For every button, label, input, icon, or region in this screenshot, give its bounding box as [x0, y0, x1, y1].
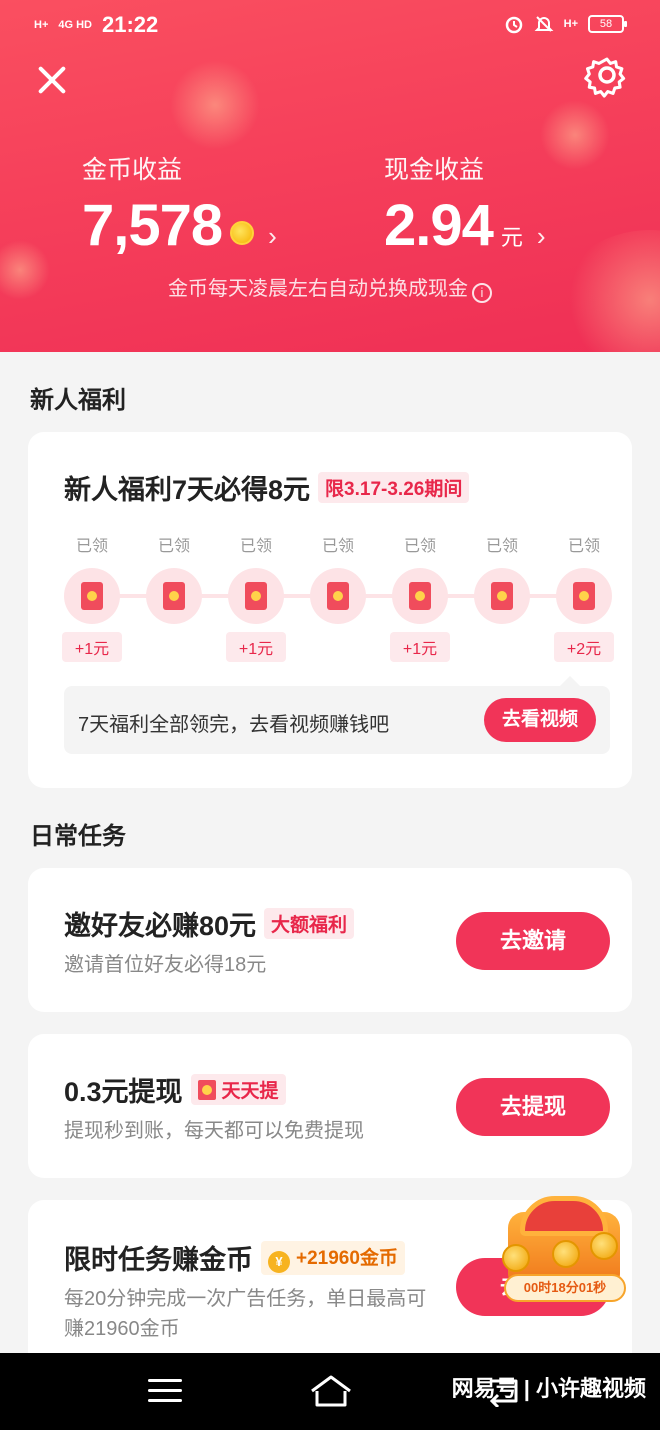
exchange-note: 金币每天凌晨左右自动兑换成现金 i: [0, 272, 660, 303]
coin-earnings[interactable]: 金币收益 7,578 ›: [82, 150, 277, 259]
red-envelope-icon: [392, 568, 448, 624]
treasure-chest-lid: [520, 1196, 608, 1236]
chevron-right-icon: ›: [268, 221, 277, 251]
task-tag-label: +21960金币: [296, 1247, 398, 1269]
day-reward: +1元: [62, 632, 122, 662]
status-bar: H+ 4G HD 21:22 H+ 58: [0, 0, 660, 52]
chest-countdown: 00时18分01秒: [504, 1274, 626, 1302]
newbie-title: 新人福利7天必得8元: [64, 475, 311, 505]
checkin-day: 已领 +1元: [62, 532, 122, 662]
watch-video-button[interactable]: 去看视频: [484, 698, 596, 742]
earnings-header: H+ 4G HD 21:22 H+ 58 金币收益 7,578 › 现金收益 2…: [0, 0, 660, 352]
task-card-invite: 邀好友必赚80元 大额福利 邀请首位好友必得18元 去邀请: [28, 868, 632, 1012]
watermark: 网易号 | 小许趣视频: [451, 1376, 646, 1401]
coin-icon: [552, 1240, 580, 1268]
day-status: 已领: [321, 538, 354, 555]
gear-icon[interactable]: [584, 52, 630, 98]
task-title: 0.3元提现: [64, 1077, 183, 1107]
close-button[interactable]: [30, 58, 74, 102]
coin-earnings-label: 金币收益: [82, 156, 183, 184]
decor-blob: [540, 100, 610, 170]
system-nav-bar: 网易号 | 小许趣视频: [0, 1353, 660, 1430]
coin-icon: ¥: [268, 1250, 290, 1273]
coin-earnings-value: 7,578: [82, 193, 223, 258]
battery-icon: 58: [588, 15, 627, 33]
newbie-card: 新人福利7天必得8元 限3.17-3.26期间 已领 +1元 已领 已领 +1元…: [28, 432, 632, 788]
checkin-days: 已领 +1元 已领 已领 +1元 已领 已领 +1元 已领 已领 +2元: [62, 532, 614, 682]
task-tag-label: 天天提: [221, 1081, 279, 1102]
day-status: 已领: [75, 538, 108, 555]
alarm-icon: [505, 16, 522, 34]
decor-blob: [170, 60, 260, 150]
exchange-note-text: 金币每天凌晨左右自动兑换成现金: [168, 278, 468, 300]
status-time: 21:22: [102, 12, 159, 37]
red-envelope-icon: [146, 568, 202, 624]
day-status: 已领: [567, 538, 600, 555]
task-tag: ¥ +21960金币: [261, 1240, 405, 1275]
day-status: 已领: [403, 538, 436, 555]
menu-icon[interactable]: [148, 1377, 182, 1405]
day-status: 已领: [157, 538, 190, 555]
cash-earnings-label: 现金收益: [384, 156, 485, 184]
red-envelope-icon: [64, 568, 120, 624]
checkin-day: 已领 +1元: [226, 532, 286, 662]
newbie-footer-text: 7天福利全部领完，去看视频赚钱吧: [78, 714, 390, 736]
coin-icon: [502, 1244, 530, 1272]
task-title: 邀好友必赚80元: [64, 911, 257, 941]
day-status: 已领: [239, 538, 272, 555]
mute-bell-icon: [534, 16, 554, 32]
home-icon[interactable]: [308, 1373, 354, 1409]
day-reward: +2元: [554, 632, 614, 662]
task-desc: 邀请首位好友必得18元: [64, 954, 267, 976]
coin-icon: [230, 221, 255, 245]
task-tag: 天天提: [190, 1074, 286, 1105]
task-desc: 每20分钟完成一次广告任务，单日最高可赚21960金币: [64, 1288, 427, 1340]
red-envelope-icon: [474, 568, 530, 624]
day-reward: +1元: [390, 632, 450, 662]
task-tag: 大额福利: [264, 908, 355, 939]
task-desc: 提现秒到账，每天都可以免费提现: [64, 1120, 364, 1142]
network-indicator: H+: [563, 18, 578, 30]
info-icon[interactable]: i: [472, 283, 492, 303]
checkin-day: 已领: [146, 532, 202, 624]
red-envelope-icon: [228, 568, 284, 624]
checkin-day: 已领: [310, 532, 366, 624]
treasure-chest[interactable]: 00时18分01秒: [494, 1192, 634, 1310]
cash-unit: 元: [500, 225, 523, 250]
daily-section-title: 日常任务: [30, 823, 126, 850]
cash-earnings-value: 2.94: [384, 193, 494, 258]
red-envelope-icon: [556, 568, 612, 624]
invite-button[interactable]: 去邀请: [456, 912, 610, 970]
day-reward: +1元: [226, 632, 286, 662]
newbie-footer: 7天福利全部领完，去看视频赚钱吧 去看视频: [64, 676, 610, 754]
red-envelope-icon: [310, 568, 366, 624]
chevron-right-icon: ›: [536, 221, 546, 251]
withdraw-button[interactable]: 去提现: [456, 1078, 610, 1136]
checkin-day: 已领: [474, 532, 530, 624]
newbie-period-tag: 限3.17-3.26期间: [318, 472, 470, 503]
cash-earnings[interactable]: 现金收益 2.94 元 ›: [384, 150, 546, 259]
coin-icon: [590, 1232, 618, 1260]
checkin-day: 已领 +2元: [554, 532, 614, 662]
task-card-withdraw: 0.3元提现 天天提 提现秒到账，每天都可以免费提现 去提现: [28, 1034, 632, 1178]
signal-indicator: H+: [34, 19, 49, 31]
day-status: 已领: [485, 538, 518, 555]
task-title: 限时任务赚金币: [64, 1245, 253, 1275]
newbie-section-title: 新人福利: [30, 387, 126, 414]
network-type: 4G HD: [58, 19, 92, 31]
red-envelope-icon: [197, 1080, 216, 1100]
checkin-day: 已领 +1元: [390, 532, 450, 662]
